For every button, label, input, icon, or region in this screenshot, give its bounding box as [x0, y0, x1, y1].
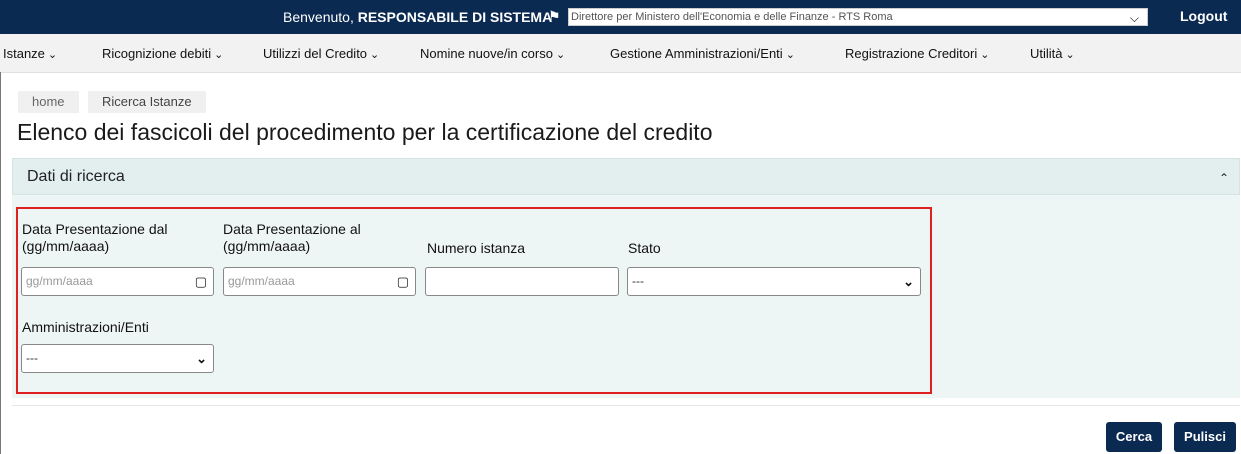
- chevron-down-icon: ⌄: [47, 49, 58, 61]
- nav-item-utilita[interactable]: Utilità ⌄: [1030, 46, 1075, 61]
- nav-item-registrazione-creditori[interactable]: Registrazione Creditori ⌄: [845, 46, 989, 61]
- nav-label: Gestione Amministrazioni/Enti: [610, 46, 783, 61]
- nav-label: Utilità: [1030, 46, 1063, 61]
- nav-item-gestione-amministrazioni[interactable]: Gestione Amministrazioni/Enti ⌄: [610, 46, 795, 61]
- chevron-down-icon: ⌄: [1065, 49, 1075, 61]
- flag-icon: ⚑: [548, 8, 561, 24]
- organization-value: Direttore per Ministero dell'Economia e …: [571, 11, 893, 23]
- nav-item-istanze[interactable]: Istanze ⌄: [3, 46, 57, 61]
- nav-item-nomine[interactable]: Nomine nuove/in corso ⌄: [420, 46, 565, 61]
- user-role: RESPONSABILE DI SISTEMA: [357, 9, 553, 25]
- search-panel-header[interactable]: Dati di ricerca ⌃: [12, 158, 1240, 195]
- chevron-down-icon: ⌄: [370, 49, 380, 61]
- panel-title: Dati di ricerca: [27, 168, 125, 185]
- welcome-prefix: Benvenuto,: [283, 9, 354, 25]
- page-left-border: [0, 72, 1, 454]
- chevron-up-icon[interactable]: ⌃: [1219, 171, 1229, 185]
- logout-link[interactable]: Logout: [1180, 8, 1227, 24]
- chevron-down-icon: ⌄: [785, 49, 795, 61]
- breadcrumb-current: Ricerca Istanze: [88, 91, 206, 113]
- chevron-down-icon: ⌄: [980, 49, 990, 61]
- top-bar: Benvenuto, RESPONSABILE DI SISTEMA ⚑ Dir…: [0, 0, 1241, 34]
- chevron-down-icon: ⌄: [214, 49, 224, 61]
- clear-button[interactable]: Pulisci: [1174, 422, 1236, 452]
- breadcrumb-home[interactable]: home: [18, 91, 79, 113]
- nav-item-ricognizione-debiti[interactable]: Ricognizione debiti ⌄: [102, 46, 223, 61]
- welcome-text: Benvenuto, RESPONSABILE DI SISTEMA: [283, 9, 552, 25]
- organization-select[interactable]: Direttore per Ministero dell'Economia e …: [568, 8, 1148, 26]
- page-title: Elenco dei fascicoli del procedimento pe…: [17, 119, 713, 145]
- nav-label: Nomine nuove/in corso: [420, 46, 553, 61]
- divider: [12, 405, 1240, 406]
- search-button[interactable]: Cerca: [1106, 422, 1162, 452]
- nav-label: Registrazione Creditori: [845, 46, 978, 61]
- highlight-box: [16, 207, 932, 394]
- main-nav: Istanze ⌄ Ricognizione debiti ⌄ Utilizzi d…: [0, 34, 1241, 73]
- nav-label: Ricognizione debiti: [102, 46, 212, 61]
- nav-item-utilizzi-credito[interactable]: Utilizzi del Credito ⌄: [263, 46, 379, 61]
- chevron-down-icon: ⌄: [555, 49, 566, 61]
- chevron-down-icon: ⌵: [1129, 11, 1139, 25]
- nav-label: Istanze: [3, 46, 45, 61]
- nav-label: Utilizzi del Credito: [263, 46, 368, 61]
